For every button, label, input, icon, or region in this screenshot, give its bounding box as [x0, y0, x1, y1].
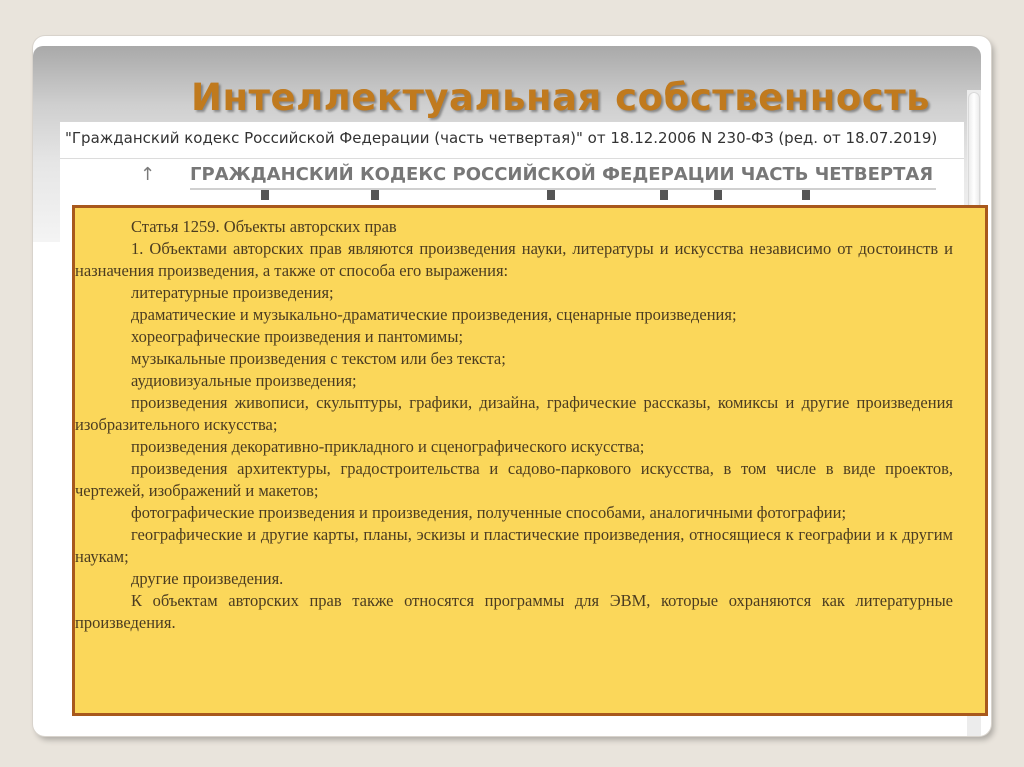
article-text: Статья 1259. Объекты авторских прав 1. О…	[75, 216, 953, 634]
article-paragraph: драматические и музыкально-драматические…	[131, 305, 737, 324]
article-paragraph: фотографические произведения и произведе…	[131, 503, 847, 522]
article-paragraph: аудиовизуальные произведения;	[131, 371, 357, 390]
article-paragraph: 1. Объектами авторских прав являются про…	[75, 239, 953, 280]
document-divider	[60, 158, 964, 159]
clipped-text-fragment	[660, 190, 668, 200]
chapter-underline	[190, 188, 936, 190]
article-number: Статья 1259.	[131, 217, 220, 236]
article-paragraph: произведения архитектуры, градостроитель…	[75, 459, 953, 500]
clipped-text-fragment	[714, 190, 722, 200]
article-paragraph: К объектам авторских прав также относятс…	[75, 591, 953, 632]
article-paragraph: хореографические произведения и пантомим…	[131, 327, 464, 346]
clipped-text-fragment	[547, 190, 555, 200]
article-paragraph: географические и другие карты, планы, эс…	[75, 525, 953, 566]
up-arrow-icon[interactable]: ↑	[140, 164, 155, 185]
article-title: Объекты авторских прав	[223, 217, 397, 236]
clipped-text-fragment	[261, 190, 269, 200]
article-heading: Статья 1259. Объекты авторских прав	[75, 216, 953, 238]
article-paragraph: произведения декоративно-прикладного и с…	[131, 437, 645, 456]
article-paragraph: другие произведения.	[131, 569, 284, 588]
clipped-text-fragment	[371, 190, 379, 200]
article-paragraph: произведения живописи, скульптуры, графи…	[75, 393, 953, 434]
document-heading: "Гражданский кодекс Российской Федерации…	[65, 129, 938, 147]
article-paragraph: музыкальные произведения с текстом или б…	[131, 349, 506, 368]
clipped-text-fragment	[802, 190, 810, 200]
article-paragraph: литературные произведения;	[131, 283, 334, 302]
chapter-heading: ГРАЖДАНСКИЙ КОДЕКС РОССИЙСКОЙ ФЕДЕРАЦИИ …	[190, 164, 934, 185]
article-panel: Статья 1259. Объекты авторских прав 1. О…	[72, 205, 988, 716]
page-title: Интеллектуальная собственность	[191, 76, 931, 119]
